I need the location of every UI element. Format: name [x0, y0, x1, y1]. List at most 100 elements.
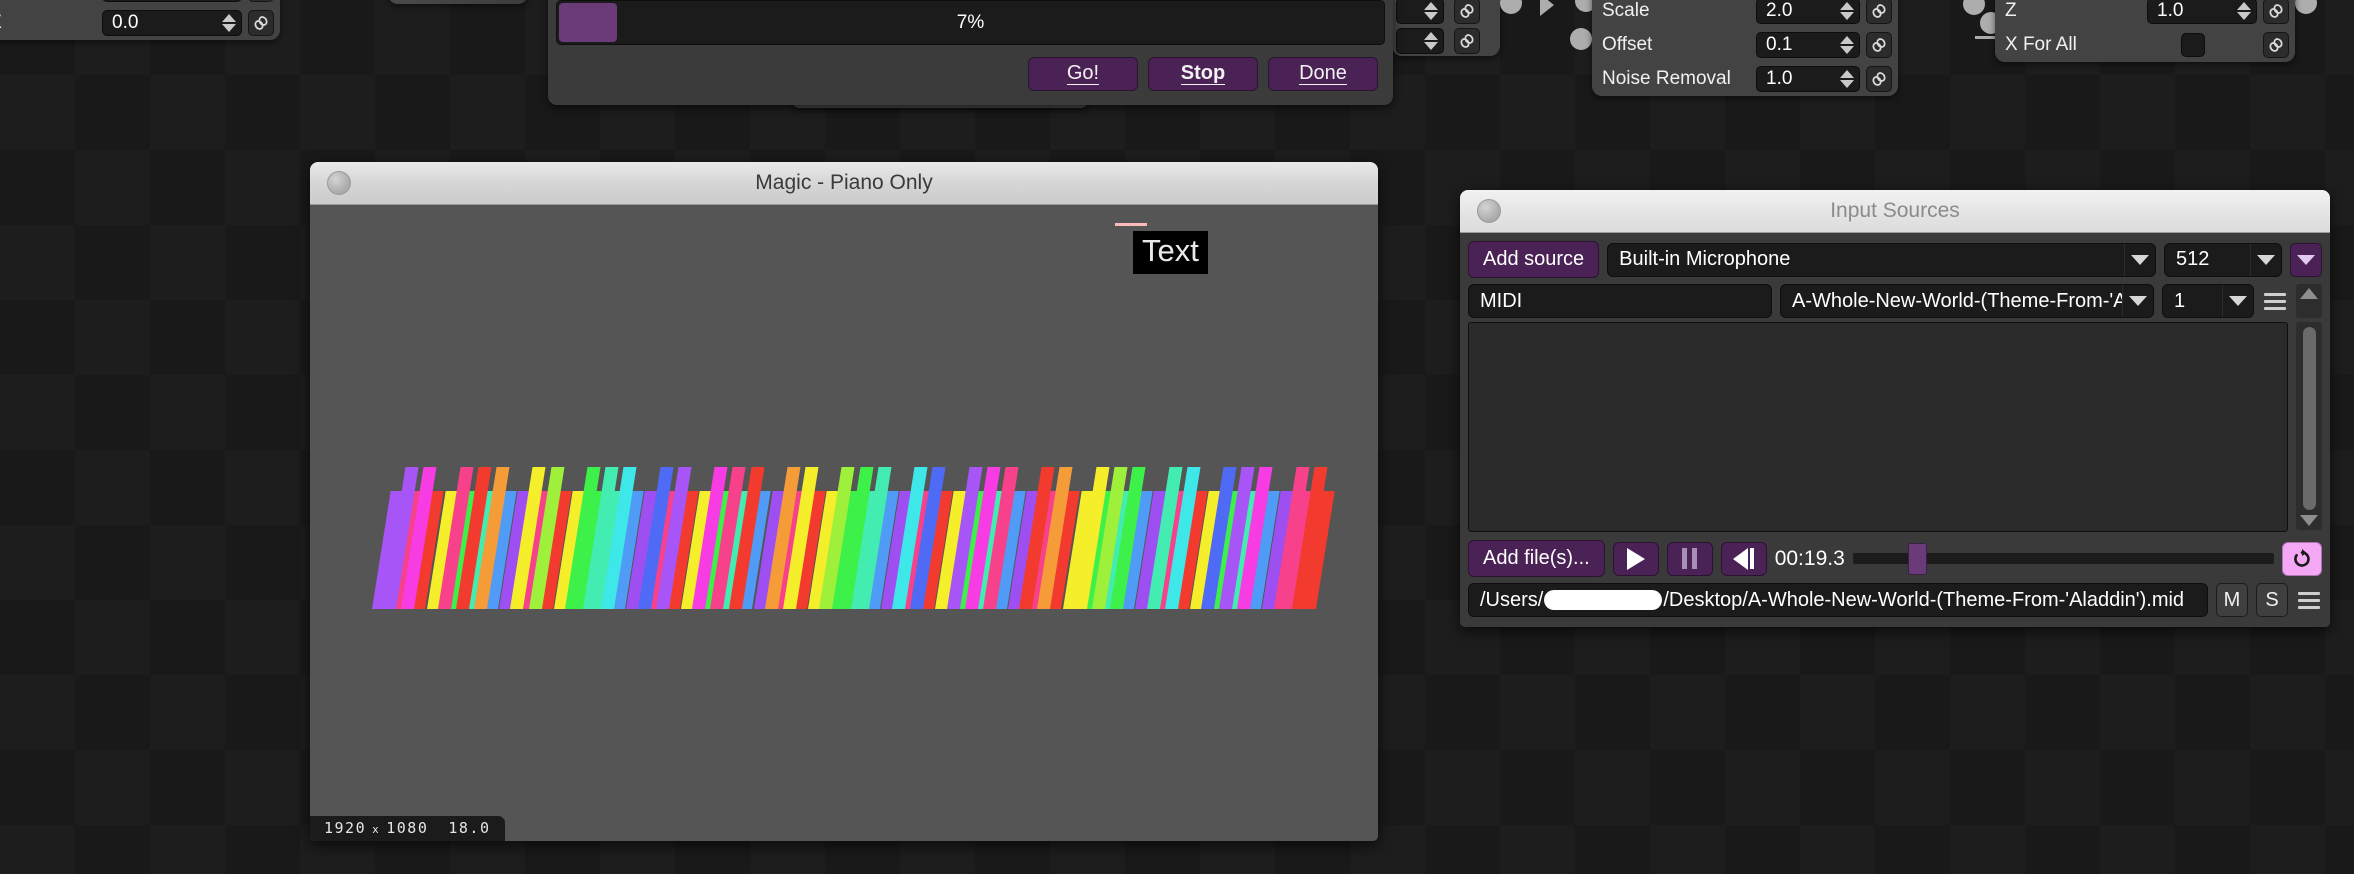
transform-row-z-value: 0.0 [112, 12, 139, 33]
slider-knob[interactable] [1907, 542, 1927, 575]
rewind-button[interactable] [1720, 541, 1767, 576]
chevron-down-icon[interactable] [2122, 285, 2153, 317]
add-files-button[interactable]: Add file(s)... [1468, 540, 1605, 577]
spinner-up-down-icon[interactable] [1839, 2, 1855, 20]
spinner-up-down-icon[interactable] [1423, 32, 1439, 50]
transform-row-y-field[interactable]: 1.74 [102, 0, 242, 2]
flow-scale-field[interactable]: 2.0 [1756, 0, 1860, 24]
link-icon[interactable] [1454, 0, 1480, 24]
magic-render-canvas[interactable]: Text 1920 x 1080 18.0 [310, 205, 1378, 841]
progress-dialog-buttons: Go! Stop Done [548, 45, 1393, 105]
file-path-row: /Users/ /Desktop/A-Whole-New-World-(Theme… [1468, 583, 2322, 617]
axis-row-x-for-all[interactable]: X For All [1995, 28, 2295, 62]
scrollbar-thumb[interactable] [2302, 327, 2316, 510]
buffer-size-value: 512 [2176, 248, 2210, 270]
buffer-size-dropdown[interactable]: 512 [2164, 242, 2282, 277]
render-resolution-badge: 1920 x 1080 18.0 [310, 816, 505, 841]
loop-button[interactable] [2282, 541, 2322, 576]
magic-window-title: Magic - Piano Only [755, 171, 933, 194]
file-path-field[interactable]: /Users/ /Desktop/A-Whole-New-World-(Theme… [1468, 583, 2208, 617]
audio-device-dropdown[interactable]: Built-in Microphone [1607, 242, 2156, 277]
axis-z-field[interactable]: 1.0 [2147, 0, 2257, 24]
expand-sources-button[interactable] [2290, 242, 2322, 277]
file-path-suffix: /Desktop/A-Whole-New-World-(Theme-From-'… [1663, 588, 2185, 611]
redaction-blob [1544, 589, 1663, 610]
link-icon[interactable] [1866, 0, 1892, 24]
node-connector-dot[interactable] [2295, 0, 2317, 14]
spinner-up-down-icon[interactable] [1423, 2, 1439, 20]
spinner-up-down-icon[interactable] [1839, 36, 1855, 54]
midi-row-menu-icon[interactable] [2262, 292, 2288, 310]
blank-row-2[interactable] [1392, 0, 1500, 26]
close-button[interactable] [1477, 199, 1501, 223]
link-icon[interactable] [248, 0, 274, 2]
go-button[interactable]: Go! [1028, 57, 1138, 91]
scroll-up-icon[interactable] [2300, 288, 2318, 299]
transport-row: Add file(s)... 00:19.3 [1468, 540, 2322, 577]
node-connector-dot[interactable] [1570, 28, 1592, 50]
text-overlay-caret [1115, 223, 1147, 226]
link-icon[interactable] [2263, 32, 2289, 58]
flow-noise-removal-label: Noise Removal [1602, 68, 1731, 89]
axis-node-panel[interactable]: Y 1.0 Z 1.0 X For All [1995, 0, 2295, 62]
playback-slider[interactable] [1852, 542, 2274, 576]
transform-node-panel[interactable]: Y 1.74 Z 0.0 [0, 0, 280, 40]
mute-label: M [2223, 588, 2241, 611]
done-button[interactable]: Done [1268, 57, 1378, 91]
chevron-down-icon[interactable] [2250, 243, 2281, 276]
stop-button[interactable]: Stop [1148, 57, 1258, 91]
blank-field-2[interactable] [1396, 0, 1444, 24]
angle-row[interactable]: Angle [388, 0, 528, 4]
link-icon[interactable] [1866, 66, 1892, 92]
flow-row-offset[interactable]: Offset 0.1 [1592, 28, 1898, 62]
flow-row-noise-removal[interactable]: Noise Removal 1.0 [1592, 62, 1898, 96]
axis-z-value: 1.0 [2157, 0, 2184, 21]
node-connector-dot[interactable] [1500, 0, 1522, 14]
source-list-scrollbar-top[interactable] [2296, 284, 2322, 318]
node-connector-arrow-icon [1540, 0, 1554, 16]
angle-node-panel[interactable]: Angle [388, 0, 528, 4]
flow-offset-field[interactable]: 0.1 [1756, 32, 1860, 58]
transform-row-z[interactable]: Z 0.0 [0, 6, 280, 40]
midi-file-dropdown[interactable]: A-Whole-New-World-(Theme-From-'Aladdin..… [1780, 284, 2154, 318]
link-icon[interactable] [248, 10, 274, 36]
mute-button[interactable]: M [2216, 583, 2248, 617]
flow-noise-removal-value: 1.0 [1766, 68, 1793, 89]
flow-node-panel[interactable]: Flow Persistence 0.90 Scale 2.0 Offset 0… [1592, 0, 1898, 96]
blank-row-3[interactable] [1392, 26, 1500, 56]
chevron-down-icon[interactable] [2124, 243, 2155, 276]
flow-row-scale[interactable]: Scale 2.0 [1592, 0, 1898, 28]
midi-source-row: MIDI A-Whole-New-World-(Theme-From-'Alad… [1468, 284, 2322, 318]
add-source-button[interactable]: Add source [1468, 241, 1600, 278]
link-icon[interactable] [1866, 32, 1892, 58]
transform-row-z-field[interactable]: 0.0 [102, 10, 242, 36]
flow-scale-label: Scale [1602, 0, 1650, 21]
flow-noise-removal-field[interactable]: 1.0 [1756, 66, 1860, 92]
file-row-menu-icon[interactable] [2296, 591, 2322, 609]
play-button[interactable] [1612, 541, 1659, 576]
source-list-scrollbar[interactable] [2296, 322, 2322, 530]
scroll-down-icon[interactable] [2300, 515, 2318, 526]
midi-channel-dropdown[interactable]: 1 [2162, 284, 2254, 318]
spinner-up-down-icon[interactable] [221, 14, 237, 32]
link-icon[interactable] [1454, 28, 1480, 54]
link-icon[interactable] [2263, 0, 2289, 24]
close-button[interactable] [327, 171, 351, 195]
pause-button[interactable] [1666, 541, 1713, 576]
file-path-value: /Users/ /Desktop/A-Whole-New-World-(Theme… [1480, 589, 2207, 612]
render-width: 1920 [324, 819, 367, 837]
node-connector-dot[interactable] [1963, 0, 1985, 15]
source-list[interactable] [1468, 322, 2288, 532]
midi-type-field[interactable]: MIDI [1468, 284, 1772, 318]
chevron-down-icon[interactable] [2222, 285, 2253, 317]
axis-row-z[interactable]: Z 1.0 [1995, 0, 2295, 28]
blank-node-panel[interactable] [1392, 0, 1500, 56]
spinner-up-down-icon[interactable] [1839, 70, 1855, 88]
text-overlay-box[interactable]: Text [1133, 231, 1208, 274]
blank-field-3[interactable] [1396, 28, 1444, 54]
spinner-up-down-icon[interactable] [2236, 2, 2252, 20]
x-for-all-checkbox[interactable] [2181, 33, 2205, 57]
magic-window-titlebar[interactable]: Magic - Piano Only [310, 162, 1378, 205]
solo-button[interactable]: S [2256, 583, 2288, 617]
input-sources-titlebar[interactable]: Input Sources [1460, 190, 2330, 233]
